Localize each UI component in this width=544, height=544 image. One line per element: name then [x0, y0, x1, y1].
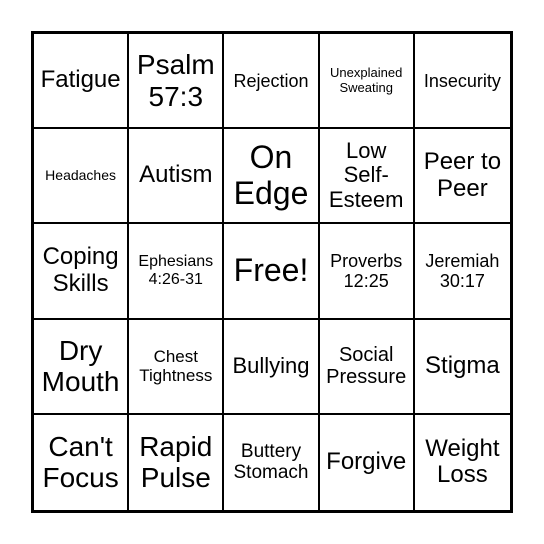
bingo-cell[interactable]: Jeremiah 30:17	[414, 224, 510, 320]
bingo-cell-label: Low Self-Esteem	[328, 137, 404, 213]
bingo-cell-label: Can't Focus	[42, 431, 119, 494]
bingo-cell[interactable]: Weight Loss	[415, 415, 510, 510]
bingo-cell-label: Free!	[233, 252, 309, 289]
bingo-cell-label: Fatigue	[40, 66, 121, 94]
bingo-cell[interactable]: Bullying	[224, 319, 320, 415]
bingo-cell-label: On Edge	[233, 138, 309, 211]
bingo-cell[interactable]: Coping Skills	[34, 224, 130, 320]
bingo-cell-label: Bullying	[232, 352, 310, 378]
bingo-cell[interactable]: Rejection	[224, 34, 320, 130]
bingo-cell-label: Headaches	[45, 166, 116, 183]
bingo-cell[interactable]: Peer to Peer	[414, 129, 510, 225]
bingo-cell[interactable]: Low Self-Esteem	[319, 129, 415, 225]
bingo-cell-label: Ephesians 4:26-31	[138, 253, 214, 288]
bingo-cell[interactable]: Free!	[224, 224, 320, 320]
bingo-cell[interactable]: Forgive	[320, 414, 415, 510]
bingo-cell-label: Social Pressure	[326, 343, 407, 389]
bingo-cell[interactable]: Stigma	[414, 320, 510, 415]
bingo-cell[interactable]: Proverbs 12:25	[319, 224, 415, 320]
bingo-cell-label: Weight Loss	[425, 434, 500, 489]
bingo-cell-label: Peer to Peer	[423, 147, 502, 202]
bingo-cell-label: Jeremiah 30:17	[425, 250, 500, 291]
bingo-cell-label: Psalm 57:3	[136, 49, 215, 112]
bingo-cell-label: Forgive	[326, 447, 407, 475]
bingo-cell-label: Proverbs 12:25	[330, 250, 403, 291]
bingo-cell-label: Rejection	[233, 70, 309, 91]
bingo-cell-label: Insecurity	[423, 70, 501, 91]
bingo-cell[interactable]: Rapid Pulse	[129, 414, 225, 510]
bingo-cell[interactable]: Autism	[129, 129, 225, 225]
bingo-cell-label: Coping Skills	[42, 243, 119, 297]
bingo-cell[interactable]: Buttery Stomach	[224, 414, 320, 510]
bingo-cell-label: Dry Mouth	[41, 334, 120, 398]
bingo-cell-label: Stigma	[425, 351, 500, 379]
bingo-cell[interactable]: Chest Tightness	[129, 319, 225, 415]
bingo-cell-label: Autism	[139, 161, 213, 189]
bingo-cell[interactable]: Dry Mouth	[34, 319, 130, 415]
bingo-cell-label: Rapid Pulse	[139, 431, 213, 494]
bingo-cell[interactable]: Social Pressure	[319, 319, 415, 415]
bingo-cell[interactable]: Headaches	[34, 129, 130, 225]
bingo-cell-label: Unexplained Sweating	[330, 65, 403, 95]
bingo-cell[interactable]: Insecurity	[414, 34, 510, 130]
bingo-cell[interactable]: Psalm 57:3	[129, 34, 225, 130]
bingo-cell[interactable]: On Edge	[224, 129, 320, 225]
bingo-cell-label: Buttery Stomach	[233, 441, 309, 484]
bingo-card: Fatigue Psalm 57:3 Rejection Unexplained Sw…	[31, 31, 513, 513]
bingo-cell[interactable]: Unexplained Sweating	[319, 34, 415, 130]
bingo-cell[interactable]: Fatigue	[34, 34, 130, 130]
bingo-cell[interactable]: Can't Focus	[34, 414, 130, 510]
bingo-cell-label: Chest Tightness	[139, 347, 213, 386]
bingo-cell[interactable]: Ephesians 4:26-31	[129, 224, 225, 320]
